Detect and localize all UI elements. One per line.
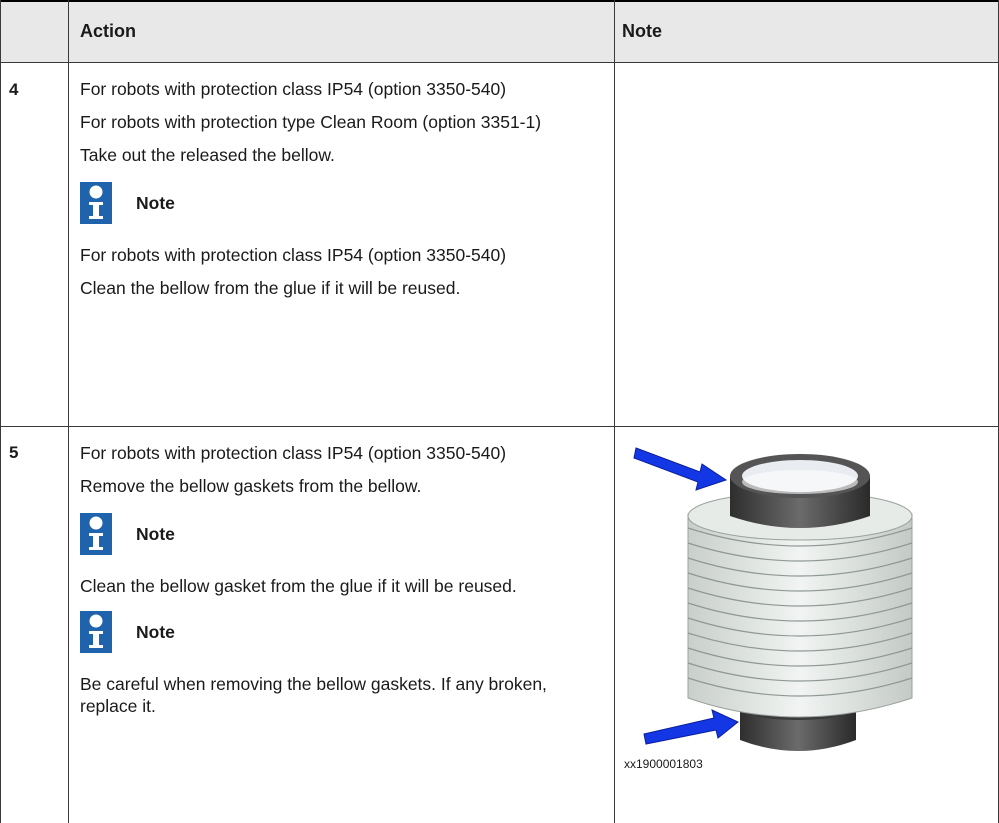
step-number: 4: [9, 80, 19, 99]
note-label: Note: [136, 524, 175, 544]
step-5-line-1: For robots with protection class IP54 (o…: [80, 443, 507, 463]
note-label: Note: [136, 193, 175, 213]
note-label: Note: [136, 622, 175, 642]
step-5-note-callout-2: Note: [80, 611, 608, 653]
image-code: xx1900001803: [624, 757, 703, 771]
step-4-note-callout: Note: [80, 182, 608, 224]
step-5-line-2: Remove the bellow gaskets from the bello…: [80, 476, 422, 496]
info-person-icon: [80, 513, 112, 555]
info-person-icon: [80, 182, 112, 224]
step-4-line-1: For robots with protection class IP54 (o…: [80, 79, 507, 99]
step-number: 5: [9, 443, 19, 462]
column-header-note: Note: [622, 21, 662, 41]
step-5-note-2-text: Be careful when removing the bellow gask…: [80, 674, 547, 716]
step-4-note-line-1: For robots with protection class IP54 (o…: [80, 245, 507, 265]
step-4-note-line-2: Clean the bellow from the glue if it wil…: [80, 278, 461, 298]
step-5-note-callout-1: Note: [80, 513, 608, 555]
step-4-action: For robots with protection class IP54 (o…: [80, 78, 608, 299]
step-4-line-2: For robots with protection type Clean Ro…: [80, 112, 542, 132]
table-header-row: [0, 0, 999, 63]
bellow-illustration: [633, 447, 913, 751]
step-4-line-3: Take out the released the bellow.: [80, 145, 335, 165]
step-5-action: For robots with protection class IP54 (o…: [80, 442, 608, 717]
column-header-action: Action: [80, 21, 136, 41]
step-5-note-1-text: Clean the bellow gasket from the glue if…: [80, 576, 517, 596]
procedure-table: Action Note 4 For robots with protection…: [0, 0, 999, 823]
info-person-icon: [80, 611, 112, 653]
